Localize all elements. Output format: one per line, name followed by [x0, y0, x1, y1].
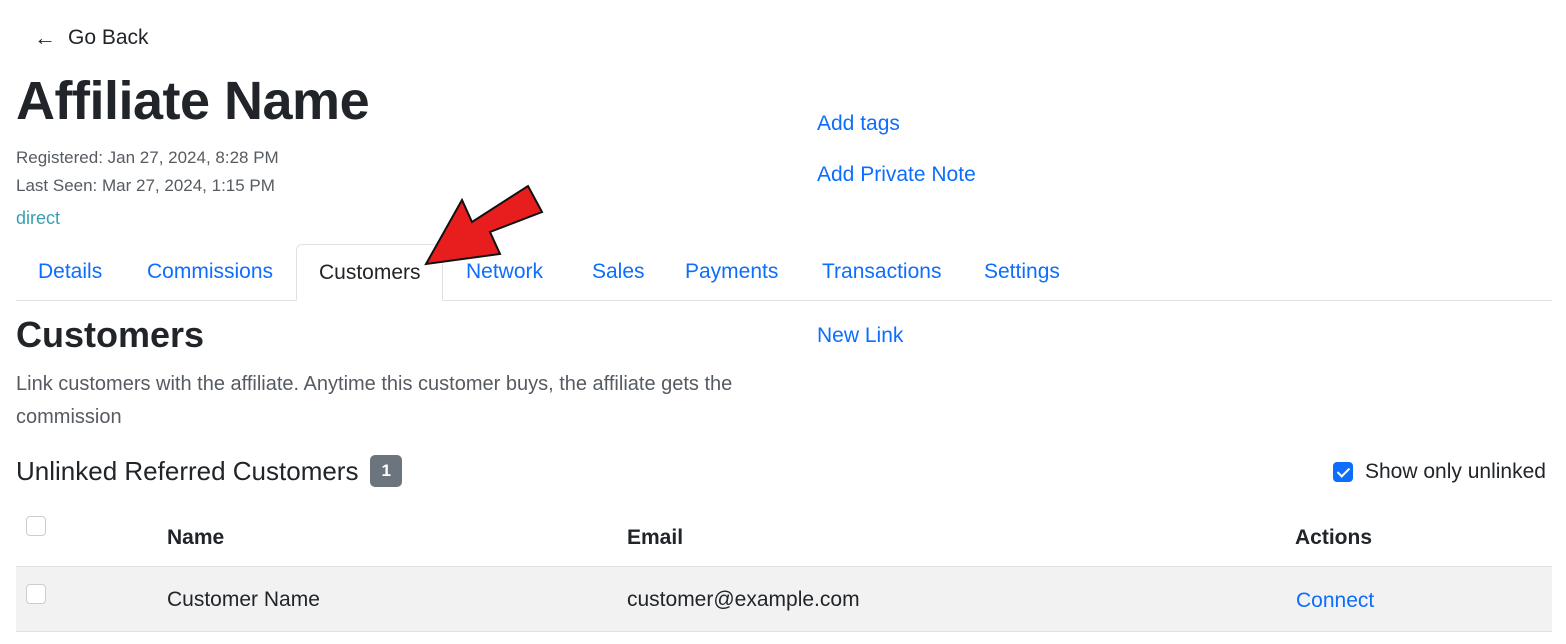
go-back-link[interactable]: ← Go Back	[34, 26, 149, 50]
go-back-label: Go Back	[68, 26, 149, 49]
column-header-email: Email	[627, 526, 684, 549]
tab-settings[interactable]: Settings	[962, 244, 1082, 300]
show-only-unlinked-checkbox[interactable]	[1333, 462, 1353, 482]
tab-customers[interactable]: Customers	[296, 244, 443, 301]
add-private-note-link[interactable]: Add Private Note	[817, 163, 976, 187]
column-header-name: Name	[167, 526, 225, 549]
connect-link[interactable]: Connect	[1296, 589, 1374, 613]
row-checkbox[interactable]	[26, 584, 46, 604]
page-title: Affiliate Name	[16, 71, 370, 131]
tab-transactions[interactable]: Transactions	[800, 244, 963, 300]
tab-network[interactable]: Network	[444, 244, 565, 300]
select-all-checkbox[interactable]	[26, 516, 46, 536]
tab-bar: Details Commissions Customers Network Sa…	[16, 244, 1552, 301]
arrow-left-icon: ←	[34, 25, 56, 50]
new-link-button[interactable]: New Link	[817, 324, 903, 348]
table-header: Name Email Actions	[16, 500, 1552, 567]
registered-date: Registered: Jan 27, 2024, 8:28 PM	[16, 148, 279, 167]
customer-name-cell: Customer Name	[167, 588, 320, 611]
show-only-unlinked-label: Show only unlinked	[1365, 460, 1546, 483]
last-seen-date: Last Seen: Mar 27, 2024, 1:15 PM	[16, 176, 275, 195]
customer-email-cell: customer@example.com	[627, 588, 860, 611]
source-link[interactable]: direct	[16, 208, 60, 229]
section-title: Customers	[16, 314, 205, 355]
unlinked-customers-heading: Unlinked Referred Customers 1	[16, 455, 402, 487]
section-description: Link customers with the affiliate. Anyti…	[16, 373, 733, 428]
tab-sales[interactable]: Sales	[570, 244, 667, 300]
add-tags-link[interactable]: Add tags	[817, 112, 900, 136]
tab-commissions[interactable]: Commissions	[125, 244, 295, 300]
unlinked-customers-title: Unlinked Referred Customers	[16, 455, 359, 486]
count-badge: 1	[370, 455, 402, 487]
column-header-actions: Actions	[1295, 526, 1373, 549]
show-only-unlinked-toggle[interactable]: Show only unlinked	[1333, 460, 1546, 484]
tab-payments[interactable]: Payments	[663, 244, 800, 300]
tab-details[interactable]: Details	[16, 244, 124, 300]
customers-table: Name Email Actions Customer Name custome…	[16, 500, 1552, 632]
table-row: Customer Name customer@example.com Conne…	[16, 567, 1552, 632]
